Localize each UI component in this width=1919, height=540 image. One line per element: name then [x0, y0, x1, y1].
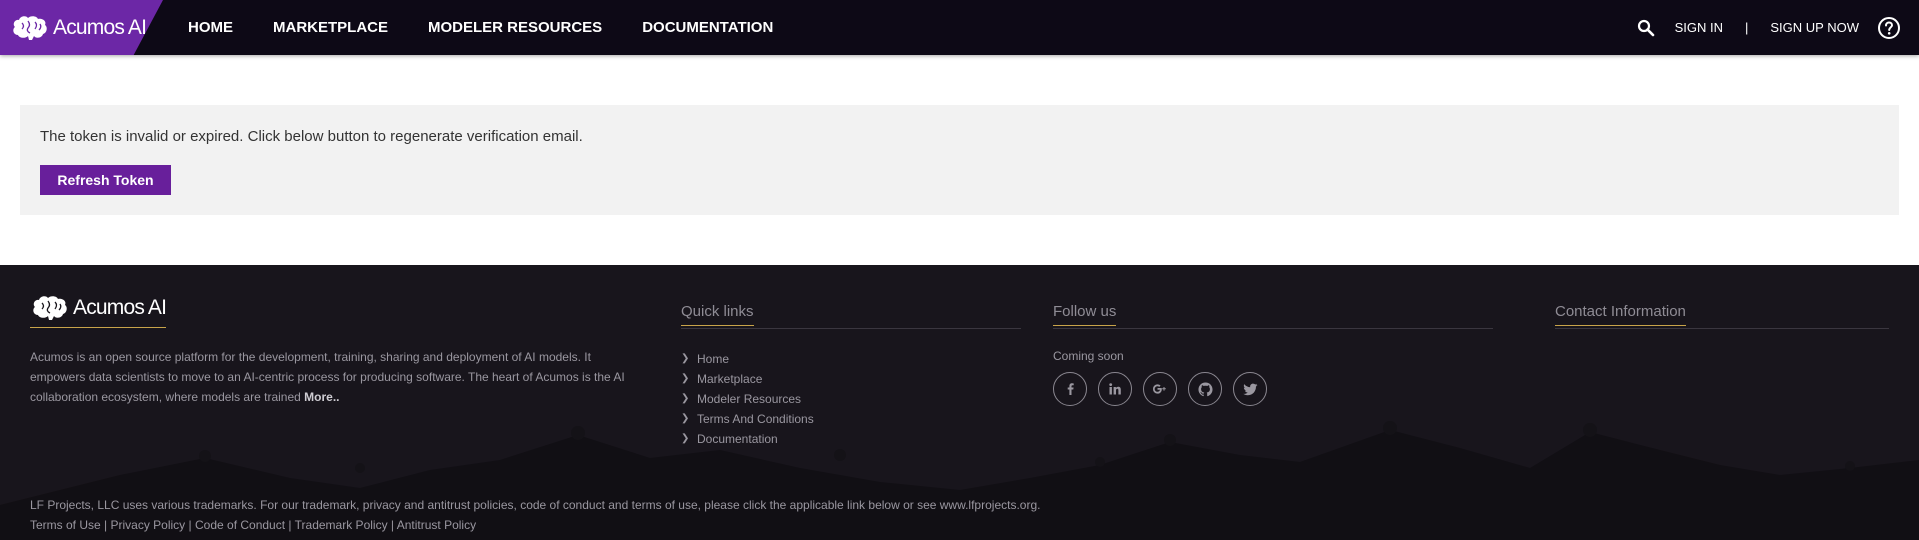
quick-link-label: Terms And Conditions [697, 412, 814, 426]
follow-us-title: Follow us [1053, 303, 1117, 326]
quick-links-list: ❯ Home ❯ Marketplace ❯ Modeler Resources ❯ T… [681, 349, 814, 449]
nav-modeler-resources[interactable]: MODELER RESOURCES [428, 19, 602, 36]
quick-link-home[interactable]: ❯ Home [681, 349, 814, 369]
quick-link-documentation[interactable]: ❯ Documentation [681, 429, 814, 449]
quick-link-label: Modeler Resources [697, 392, 802, 406]
logo-panel: Acumos AI [0, 0, 163, 55]
chevron-right-icon: ❯ [681, 433, 690, 444]
refresh-token-button[interactable]: Refresh Token [40, 165, 171, 195]
main-nav: HOME MARKETPLACE MODELER RESOURCES DOCUM… [188, 0, 813, 55]
chevron-right-icon: ❯ [681, 393, 690, 404]
twitter-icon[interactable] [1233, 372, 1267, 406]
follow-rule [1053, 328, 1493, 329]
chevron-right-icon: ❯ [681, 413, 690, 424]
legal-text: LF Projects, LLC uses various trademarks… [30, 498, 1041, 512]
github-icon[interactable] [1188, 372, 1222, 406]
auth-separator: | [1745, 20, 1749, 35]
contact-rule [1555, 328, 1889, 329]
quick-link-modeler-resources[interactable]: ❯ Modeler Resources [681, 389, 814, 409]
token-message-panel: The token is invalid or expired. Click b… [20, 105, 1899, 215]
chevron-right-icon: ❯ [681, 373, 690, 384]
logo-text: Acumos AI [53, 16, 147, 39]
sign-in-link[interactable]: SIGN IN [1675, 20, 1723, 35]
antitrust-policy-link[interactable]: Antitrust Policy [397, 518, 476, 532]
legal-separator: | [104, 518, 108, 532]
quick-link-marketplace[interactable]: ❯ Marketplace [681, 369, 814, 389]
trademark-policy-link[interactable]: Trademark Policy [295, 518, 388, 532]
nav-home[interactable]: HOME [188, 19, 233, 36]
contact-info-title: Contact Information [1555, 303, 1686, 326]
nav-marketplace[interactable]: MARKETPLACE [273, 19, 388, 36]
search-icon[interactable] [1635, 17, 1657, 39]
quick-link-terms[interactable]: ❯ Terms And Conditions [681, 409, 814, 429]
facebook-icon[interactable] [1053, 372, 1087, 406]
legal-separator: | [188, 518, 192, 532]
footer-about-text: Acumos is an open source platform for th… [30, 347, 630, 407]
terms-of-use-link[interactable]: Terms of Use [30, 518, 101, 532]
linkedin-icon[interactable] [1098, 372, 1132, 406]
top-header: Acumos AI HOME MARKETPLACE MODELER RESOU… [0, 0, 1919, 55]
google-plus-icon[interactable] [1143, 372, 1177, 406]
coming-soon-text: Coming soon [1053, 349, 1124, 363]
brain-icon [13, 16, 47, 40]
legal-separator: | [390, 518, 395, 532]
quick-link-label: Marketplace [697, 372, 763, 386]
footer-logo[interactable]: Acumos AI [30, 293, 167, 328]
quick-links-title: Quick links [681, 303, 754, 326]
legal-separator: | [288, 518, 292, 532]
site-footer: Acumos AI Acumos is an open source platf… [0, 265, 1919, 540]
quick-links-rule [681, 328, 1021, 329]
chevron-right-icon: ❯ [681, 353, 690, 364]
footer-logo-text: Acumos AI [73, 296, 167, 319]
quick-link-label: Home [697, 352, 730, 366]
quick-link-label: Documentation [697, 432, 778, 446]
nav-documentation[interactable]: DOCUMENTATION [642, 19, 773, 36]
token-message-text: The token is invalid or expired. Click b… [40, 128, 583, 145]
sign-up-link[interactable]: SIGN UP NOW [1770, 20, 1859, 35]
privacy-policy-link[interactable]: Privacy Policy [111, 518, 186, 532]
footer-more-link[interactable]: More.. [304, 390, 339, 404]
code-of-conduct-link[interactable]: Code of Conduct [195, 518, 285, 532]
help-icon[interactable] [1877, 16, 1901, 40]
acumos-logo[interactable]: Acumos AI [10, 13, 147, 43]
social-icons [1053, 372, 1278, 406]
legal-links: Terms of Use | Privacy Policy | Code of … [30, 518, 476, 532]
header-actions: SIGN IN | SIGN UP NOW [1635, 0, 1919, 55]
footer-brain-icon [33, 296, 67, 320]
